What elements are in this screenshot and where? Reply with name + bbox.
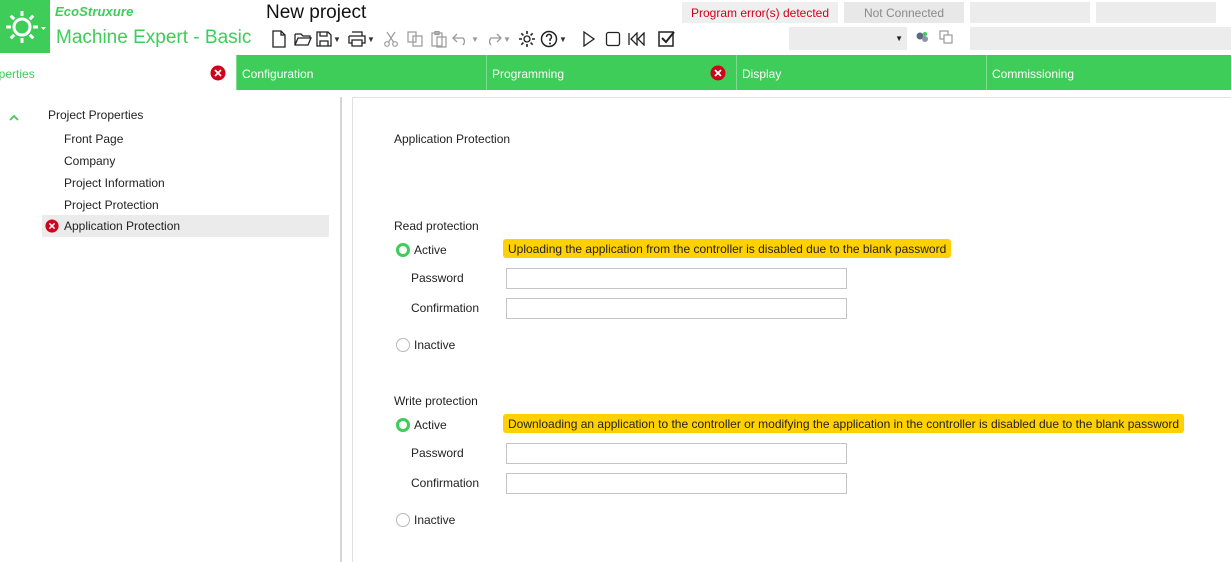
connect-icon[interactable] [915,30,929,47]
tree-item-label: Application Protection [64,219,181,233]
write-confirmation-input[interactable] [506,473,847,494]
chevron-down-icon: ▼ [367,34,375,44]
redo-icon[interactable]: ▼ [484,28,514,50]
read-password-input[interactable] [506,268,847,289]
project-name: New project [266,2,367,23]
gear-menu-icon [6,11,46,43]
settings-icon[interactable] [516,28,538,50]
stop-icon[interactable] [602,28,624,50]
radio-label: Active [414,418,447,432]
write-password-input[interactable] [506,443,847,464]
paste-icon[interactable] [428,28,450,50]
radio-label: Inactive [414,513,456,527]
tree-item-project-protection[interactable]: Project Protection [60,194,328,216]
main-tab-bar: Properties Configuration Programming Dis… [0,55,1231,90]
rewind-icon[interactable] [626,28,648,50]
tab-properties[interactable]: Properties [0,55,236,90]
tree-item-label: Front Page [64,132,124,146]
run-icon[interactable] [578,28,600,50]
connection-tools [915,30,953,47]
write-warning-badge: Downloading an application to the contro… [503,414,1185,433]
tab-label: Properties [0,67,35,81]
chevron-down-icon: ▼ [559,34,567,44]
chevron-down-icon: ▼ [895,34,903,43]
connection-status: Not Connected [844,2,964,23]
chevron-down-icon: ▼ [503,34,511,44]
error-icon [45,219,59,236]
help-icon[interactable]: ▼ [540,28,570,50]
tab-configuration[interactable]: Configuration [236,55,486,90]
read-inactive-radio[interactable]: Inactive [396,338,455,352]
error-icon [710,65,726,84]
read-warning-badge: Uploading the application from the contr… [503,239,952,258]
program-error-status[interactable]: Program error(s) detected [682,2,838,23]
tree-item-label: Company [64,154,116,168]
tree-item-label: Project Information [64,176,165,190]
write-confirmation-label: Confirmation [411,476,480,490]
tree-item-application-protection[interactable]: Application Protection [42,215,329,237]
tab-label: Programming [492,67,565,81]
app-logo-tile[interactable] [0,0,50,53]
radio-unselected-icon [396,513,410,527]
print-icon[interactable]: ▼ [348,28,378,50]
read-protection-title: Read protection [394,219,479,233]
write-inactive-radio[interactable]: Inactive [396,513,455,527]
read-password-label: Password [411,271,464,285]
radio-label: Inactive [414,338,456,352]
read-confirmation-input[interactable] [506,298,847,319]
toolbar-blank-area [970,27,1231,50]
window-icon[interactable] [939,30,953,47]
save-icon[interactable]: ▼ [316,28,346,50]
radio-selected-icon [396,243,410,257]
status-slot [1096,2,1216,23]
write-password-label: Password [411,446,464,460]
radio-label: Active [414,243,447,257]
status-slot [970,2,1090,23]
tab-programming[interactable]: Programming [486,55,736,90]
radio-selected-icon [396,418,410,432]
tree-item-label: Project Protection [64,198,159,212]
tree-root-project-properties[interactable]: Project Properties [44,104,324,126]
tree-item-company[interactable]: Company [60,150,328,172]
tab-label: Configuration [242,67,314,81]
check-icon[interactable] [656,28,678,50]
chevron-down-icon: ▼ [471,34,479,44]
write-active-radio[interactable]: Active [396,418,447,432]
write-protection-title: Write protection [394,394,478,408]
copy-icon[interactable] [404,28,426,50]
read-confirmation-label: Confirmation [411,301,480,315]
controller-select[interactable]: ▼ [789,27,907,50]
read-active-radio[interactable]: Active [396,243,447,257]
tab-label: Display [742,67,782,81]
undo-icon[interactable]: ▼ [452,28,482,50]
tab-label: Commissioning [992,67,1075,81]
chevron-down-icon: ▼ [333,34,341,44]
tree-item-front-page[interactable]: Front Page [60,128,328,150]
app-title: Machine Expert - Basic [56,27,252,48]
panel-splitter[interactable] [340,97,342,562]
new-file-icon[interactable] [268,28,290,50]
ecostruxure-brand: EcoStruxure [55,4,134,19]
error-icon [210,65,226,84]
cut-icon[interactable] [380,28,402,50]
main-toolbar: ▼ ▼ ▼ ▼ ▼ [268,27,680,51]
tab-display[interactable]: Display [736,55,986,90]
tree-item-project-information[interactable]: Project Information [60,172,328,194]
open-folder-icon[interactable] [292,28,314,50]
radio-unselected-icon [396,338,410,352]
tab-commissioning[interactable]: Commissioning [986,55,1231,90]
chevron-up-icon[interactable] [9,111,19,125]
tree-item-label: Project Properties [48,108,144,122]
page-title: Application Protection [394,132,511,146]
